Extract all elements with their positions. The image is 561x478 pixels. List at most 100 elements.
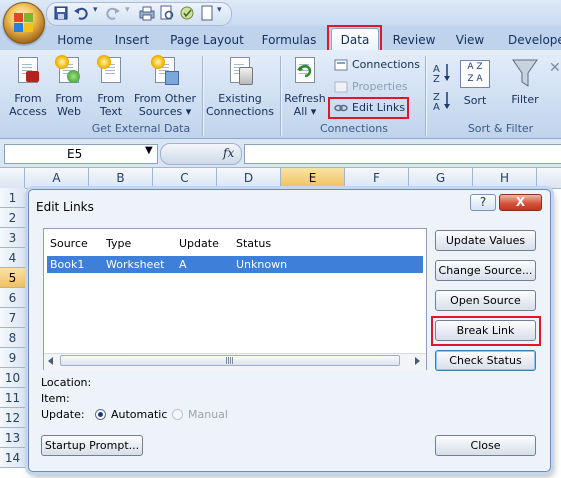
existing-connections-line1: Existing	[218, 92, 262, 105]
redo-icon[interactable]	[105, 5, 121, 21]
office-button[interactable]	[3, 2, 45, 44]
sort-az-icon[interactable]: AZZA	[432, 60, 454, 113]
refresh-all-line1: Refresh	[284, 92, 326, 105]
tab-page-layout[interactable]: Page Layout	[170, 31, 244, 49]
manual-radio[interactable]	[172, 409, 183, 420]
automatic-label[interactable]: Automatic	[111, 408, 167, 421]
column-header-b[interactable]: B	[89, 168, 153, 188]
print-preview-icon[interactable]	[159, 5, 175, 21]
svg-text:Z: Z	[433, 74, 440, 85]
tab-home[interactable]: Home	[56, 31, 94, 49]
new-document-icon[interactable]	[199, 5, 215, 21]
break-link-highlight	[431, 316, 541, 346]
tab-formulas[interactable]: Formulas	[260, 31, 318, 49]
tab-view[interactable]: View	[452, 31, 488, 49]
check-status-button[interactable]: Check Status	[435, 350, 536, 371]
column-header-d[interactable]: D	[217, 168, 281, 188]
row-header-11[interactable]: 11	[0, 388, 25, 408]
column-header-g[interactable]: G	[409, 168, 473, 188]
name-box[interactable]: E5 ▼	[4, 144, 158, 164]
row-header-10[interactable]: 10	[0, 368, 25, 388]
close-button[interactable]: Close	[435, 435, 536, 456]
properties-button[interactable]: Properties	[334, 78, 408, 96]
row-header-2[interactable]: 2	[0, 208, 25, 228]
scroll-left-icon[interactable]	[48, 357, 53, 365]
clear-filter-icon[interactable]: ✕	[549, 60, 561, 100]
column-header-e[interactable]: E	[281, 168, 345, 188]
row-header-5[interactable]: 5	[0, 268, 25, 288]
link-row-selected[interactable]	[47, 256, 423, 273]
spelling-icon[interactable]	[179, 5, 195, 21]
automatic-radio[interactable]	[95, 409, 106, 420]
help-button[interactable]: ?	[470, 194, 496, 211]
scroll-right-icon[interactable]	[415, 357, 420, 365]
existing-connections-button[interactable]: Existing Connections	[204, 57, 276, 118]
quick-access-toolbar: ▾ ▾ ▾	[46, 2, 232, 26]
startup-prompt-button[interactable]: Startup Prompt...	[41, 435, 143, 456]
connections-group-label: Connections	[320, 122, 388, 135]
insert-function-icon[interactable]: fx	[223, 146, 234, 160]
column-header-c[interactable]: C	[153, 168, 217, 188]
link-source: Book1	[50, 258, 85, 271]
column-header-status[interactable]: Status	[236, 237, 271, 250]
filter-label: Filter	[511, 93, 539, 106]
properties-label: Properties	[352, 80, 408, 93]
sort-icon: A ZZ A	[460, 60, 490, 88]
row-header-13[interactable]: 13	[0, 428, 25, 448]
update-values-button[interactable]: Update Values	[435, 230, 536, 251]
change-source-button[interactable]: Change Source...	[435, 260, 536, 281]
from-web-button[interactable]: From Web	[50, 55, 88, 118]
update-label: Update:	[41, 408, 85, 421]
scrollbar-grip-icon	[226, 357, 234, 364]
from-text-button[interactable]: From Text	[92, 55, 130, 118]
column-header-update[interactable]: Update	[179, 237, 219, 250]
tab-review[interactable]: Review	[392, 31, 436, 49]
from-access-line2: Access	[9, 105, 47, 118]
row-header-12[interactable]: 12	[0, 408, 25, 428]
name-box-dropdown-icon[interactable]: ▼	[145, 145, 153, 156]
column-header-type[interactable]: Type	[106, 237, 131, 250]
row-header-8[interactable]: 8	[0, 328, 25, 348]
print-icon[interactable]	[139, 5, 155, 21]
column-header-f[interactable]: F	[345, 168, 409, 188]
row-header-9[interactable]: 9	[0, 348, 25, 368]
sort-button[interactable]: A ZZ A Sort	[458, 60, 492, 107]
refresh-all-line2: All ▾	[293, 105, 317, 118]
links-list[interactable]	[43, 228, 427, 370]
from-access-button[interactable]: From Access	[6, 57, 50, 118]
link-status: Unknown	[236, 258, 288, 271]
location-label: Location:	[41, 376, 92, 389]
save-icon[interactable]	[53, 5, 69, 21]
web-globe-icon	[55, 55, 83, 89]
open-source-button[interactable]: Open Source	[435, 290, 536, 311]
refresh-all-button[interactable]: Refresh All ▾	[284, 57, 326, 118]
filter-button[interactable]: Filter	[506, 58, 544, 106]
row-header-4[interactable]: 4	[0, 248, 25, 268]
manual-label[interactable]: Manual	[188, 408, 228, 421]
dialog-title: Edit Links	[36, 200, 94, 214]
row-header-7[interactable]: 7	[0, 308, 25, 328]
row-header-14[interactable]: 14	[0, 448, 25, 468]
column-header-a[interactable]: A	[25, 168, 89, 188]
connections-button[interactable]: Connections	[334, 56, 420, 74]
undo-icon[interactable]	[73, 5, 89, 21]
column-header-source[interactable]: Source	[50, 237, 88, 250]
select-all-corner[interactable]	[0, 168, 25, 188]
customize-qat-icon[interactable]: ▾	[217, 5, 233, 21]
from-text-line1: From	[97, 92, 125, 105]
row-header-3[interactable]: 3	[0, 228, 25, 248]
row-header-1[interactable]: 1	[0, 188, 25, 208]
connections-label: Connections	[352, 58, 420, 71]
formula-input[interactable]	[244, 144, 561, 164]
other-sources-icon	[151, 55, 179, 89]
from-other-sources-button[interactable]: From Other Sources ▾	[132, 55, 198, 118]
from-text-line2: Text	[99, 105, 123, 118]
item-label: Item:	[41, 392, 70, 405]
existing-connections-line2: Connections	[206, 105, 274, 118]
office-logo-icon	[14, 13, 34, 33]
tab-developer[interactable]: Develope	[508, 31, 561, 49]
column-header-h[interactable]: H	[473, 168, 537, 188]
tab-insert[interactable]: Insert	[112, 31, 152, 49]
row-header-6[interactable]: 6	[0, 288, 25, 308]
dialog-close-button[interactable]: X	[499, 194, 542, 211]
